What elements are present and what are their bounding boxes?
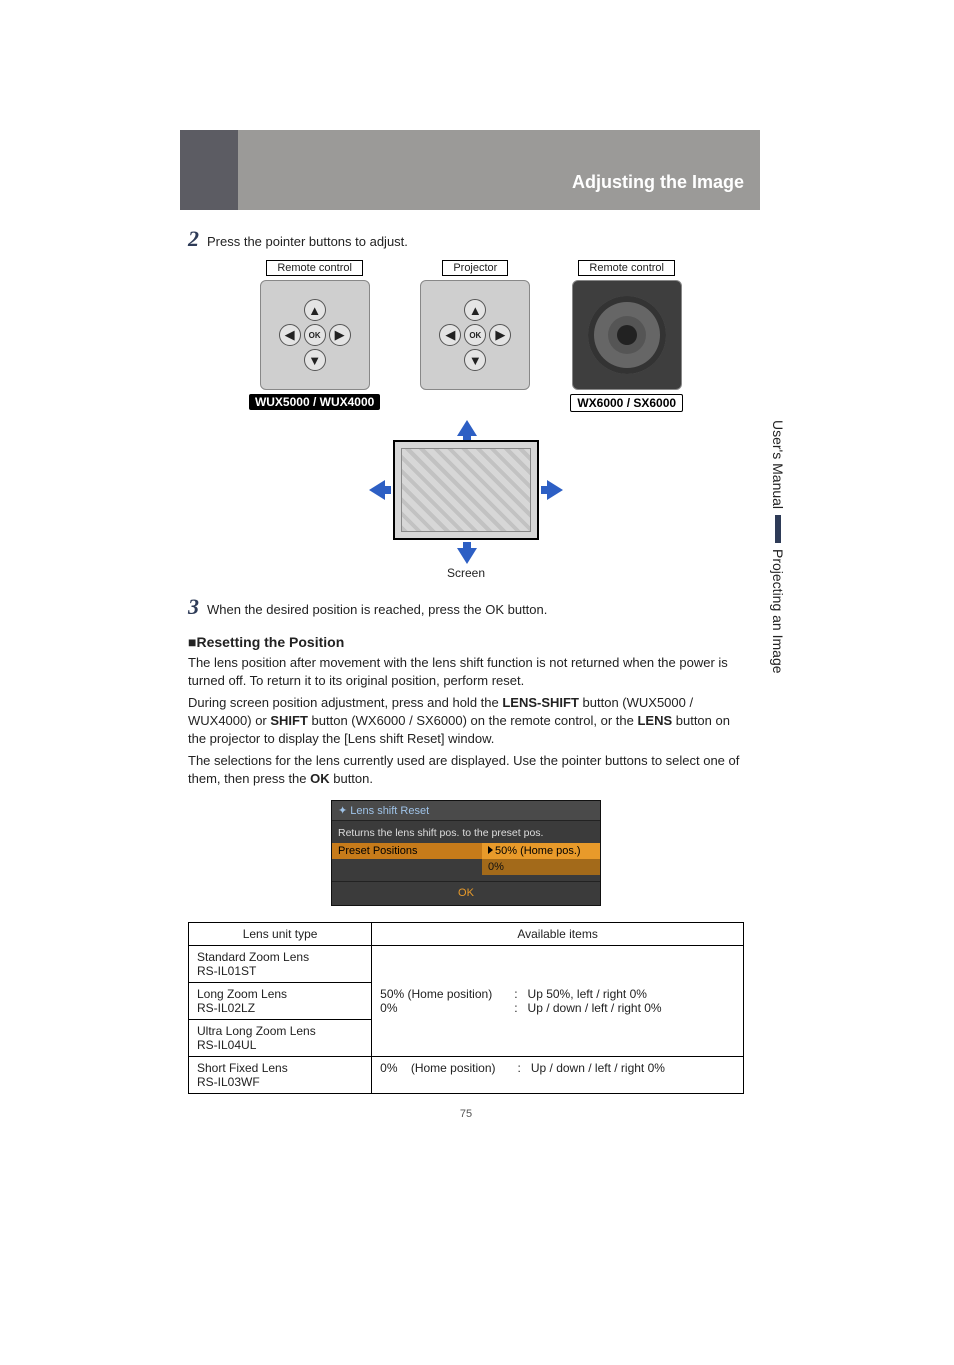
remote-control-diagram-b	[572, 280, 682, 390]
down-arrow-icon: ▼	[304, 349, 326, 371]
osd-title-text: Lens shift Reset	[350, 805, 429, 817]
wheel-icon	[588, 296, 666, 374]
lens-table: Lens unit type Available items Standard …	[188, 922, 744, 1094]
available-items-cell: 50% (Home position) 0% : Up 50%, left / …	[372, 945, 744, 1056]
screen-shift-diagram: Screen	[188, 422, 744, 580]
projector-label: Projector	[442, 260, 508, 276]
lens-type-cell: Short Fixed Lens RS-IL03WF	[189, 1056, 372, 1093]
down-arrow-icon: ▼	[464, 349, 486, 371]
osd-subtitle: Returns the lens shift pos. to the prese…	[332, 821, 600, 843]
lens-shift-term: LENS-SHIFT	[502, 695, 579, 710]
osd-row-value: 0%	[482, 859, 600, 875]
triangle-right-icon	[488, 846, 493, 854]
right-arrow-icon: ▶	[489, 324, 511, 346]
up-arrow-icon: ▲	[464, 299, 486, 321]
lens-type-cell: Standard Zoom Lens RS-IL01ST	[189, 945, 372, 982]
reset-heading-text: Resetting the Position	[196, 634, 344, 650]
model-badge-a: WUX5000 / WUX4000	[249, 394, 380, 410]
text: button (WX6000 / SX6000) on the remote c…	[308, 713, 638, 728]
reset-para-1: The lens position after movement with th…	[188, 654, 744, 690]
projector-panel-diagram: ▲ ▼ ◀ ▶ OK	[420, 280, 530, 390]
table-header-items: Available items	[372, 922, 744, 945]
avail-left: 50% (Home position) 0%	[380, 987, 492, 1015]
side-tab-section: Projecting an Image	[770, 545, 786, 674]
header-accent	[180, 130, 238, 210]
osd-row: 0%	[332, 859, 600, 875]
osd-opt1: 50% (Home pos.)	[495, 845, 581, 857]
step-text: Press the pointer buttons to adjust.	[207, 234, 408, 249]
shift-right-arrow-icon	[547, 480, 563, 500]
reset-para-3: The selections for the lens currently us…	[188, 752, 744, 788]
avail-right: : Up / down / left / right 0%	[518, 1061, 665, 1075]
screen-box	[393, 440, 539, 540]
reset-para-2: During screen position adjustment, press…	[188, 694, 744, 748]
ok-button-icon: OK	[464, 324, 486, 346]
table-header-type: Lens unit type	[189, 922, 372, 945]
table-row: Standard Zoom Lens RS-IL01ST 50% (Home p…	[189, 945, 744, 982]
avail-right: : Up 50%, left / right 0% : Up / down / …	[514, 987, 661, 1015]
left-arrow-icon: ◀	[439, 324, 461, 346]
osd-window: ✦ Lens shift Reset Returns the lens shif…	[331, 800, 601, 906]
controls-illustration: Remote control ▲ ▼ ◀ ▶ OK WUX5000 / WUX4…	[188, 260, 744, 412]
model-badge-b: WX6000 / SX6000	[570, 394, 683, 412]
remote-label-b: Remote control	[578, 260, 675, 276]
shift-down-arrow-icon	[457, 548, 477, 564]
text: button.	[330, 771, 373, 786]
text: The selections for the lens currently us…	[188, 753, 739, 786]
ok-button-icon: OK	[304, 324, 326, 346]
page-number: 75	[188, 1108, 744, 1120]
step-3: 3 When the desired position is reached, …	[188, 594, 744, 620]
table-row: Short Fixed Lens RS-IL03WF 0% (Home posi…	[189, 1056, 744, 1093]
screen-inner	[401, 448, 531, 532]
side-tabs: User's Manual Projecting an Image	[770, 420, 786, 674]
ok-term: OK	[310, 771, 330, 786]
text: During screen position adjustment, press…	[188, 695, 502, 710]
osd-row-label-empty	[332, 859, 482, 875]
page-header: Adjusting the Image	[180, 130, 760, 210]
step-2: 2 Press the pointer buttons to adjust.	[188, 226, 744, 252]
side-tab-separator	[775, 515, 781, 543]
page-title: Adjusting the Image	[572, 172, 744, 193]
remote-control-diagram-a: ▲ ▼ ◀ ▶ OK	[260, 280, 370, 390]
screen-caption: Screen	[447, 566, 485, 580]
available-items-cell: 0% (Home position) : Up / down / left / …	[372, 1056, 744, 1093]
up-arrow-icon: ▲	[304, 299, 326, 321]
reset-heading: ■Resetting the Position	[188, 634, 744, 650]
osd-row-label: Preset Positions	[332, 843, 482, 859]
lens-type-cell: Ultra Long Zoom Lens RS-IL04UL	[189, 1019, 372, 1056]
left-arrow-icon: ◀	[279, 324, 301, 346]
side-tab-manual: User's Manual	[770, 420, 786, 513]
step-text: When the desired position is reached, pr…	[207, 602, 547, 617]
step-number: 2	[188, 226, 199, 252]
step-number: 3	[188, 594, 199, 620]
osd-row-selected: Preset Positions 50% (Home pos.)	[332, 843, 600, 859]
osd-row-value: 50% (Home pos.)	[482, 843, 600, 859]
right-arrow-icon: ▶	[329, 324, 351, 346]
shift-term: SHIFT	[270, 713, 308, 728]
osd-title: ✦ Lens shift Reset	[332, 801, 600, 821]
lens-type-cell: Long Zoom Lens RS-IL02LZ	[189, 982, 372, 1019]
avail-left: 0% (Home position)	[380, 1061, 495, 1075]
osd-ok: OK	[332, 881, 600, 905]
remote-label: Remote control	[266, 260, 363, 276]
lens-term: LENS	[637, 713, 672, 728]
shift-left-arrow-icon	[369, 480, 385, 500]
shift-up-arrow-icon	[457, 420, 477, 436]
